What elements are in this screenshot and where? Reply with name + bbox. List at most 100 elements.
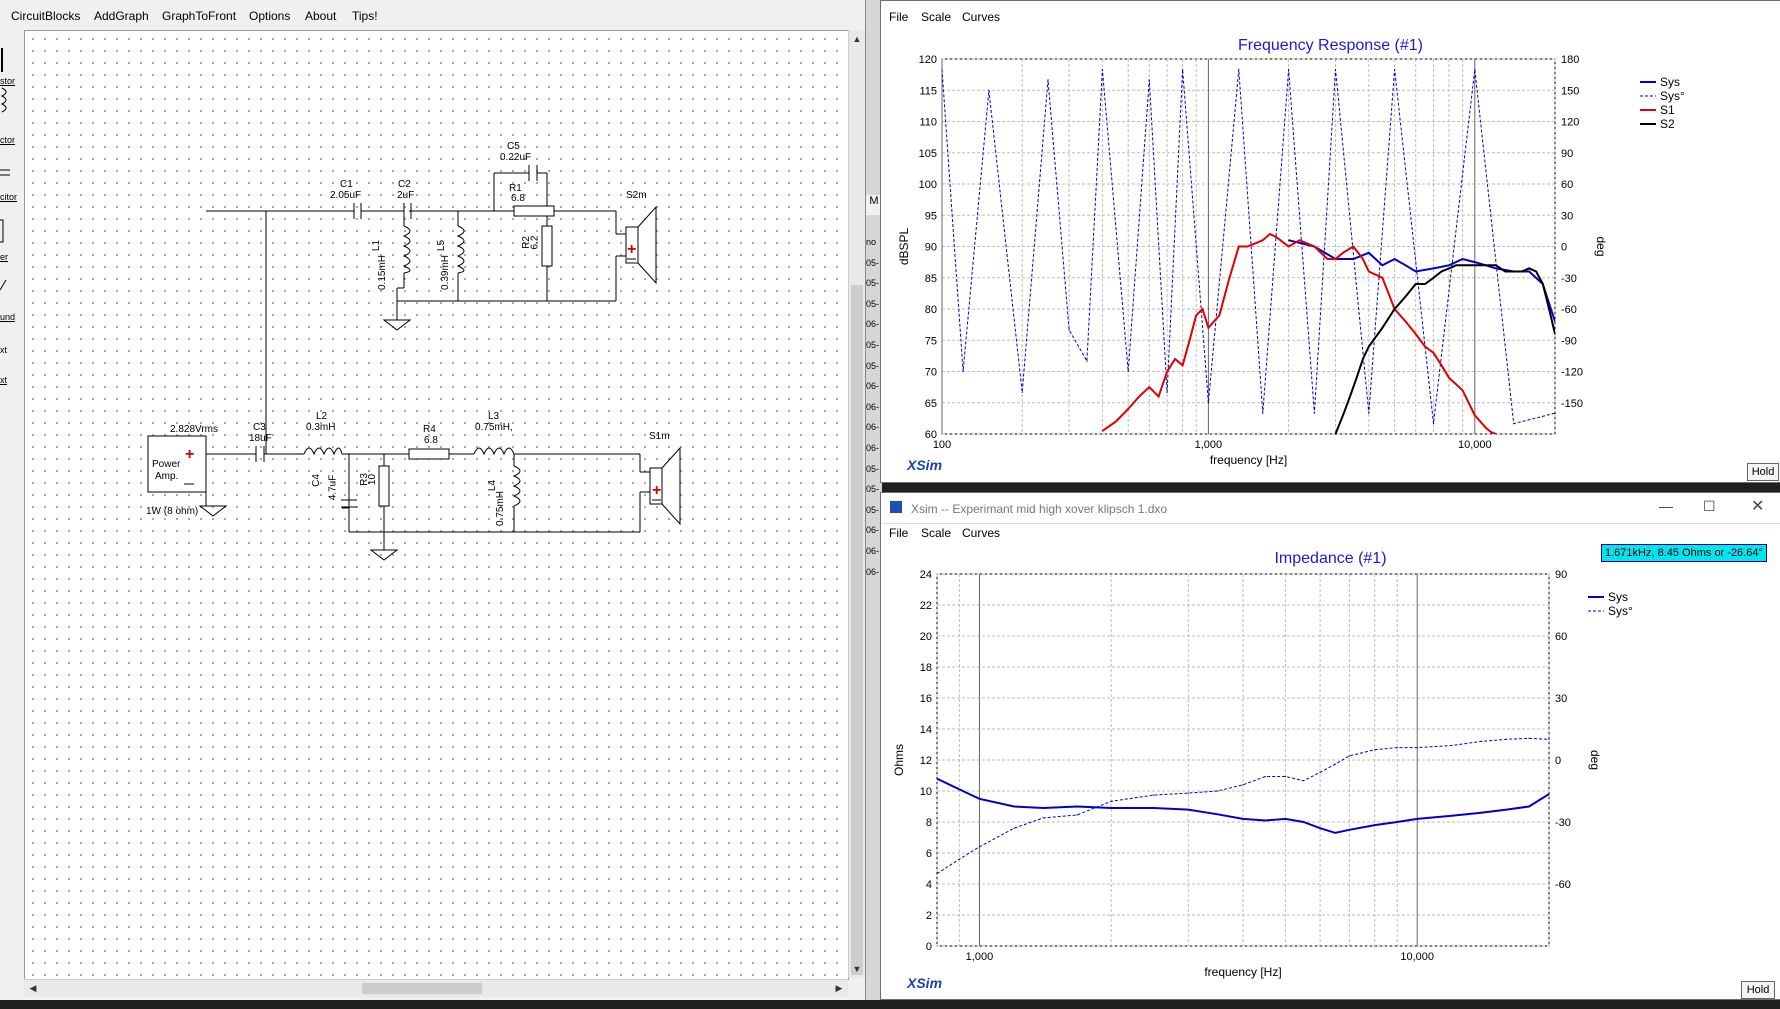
data-point bbox=[1101, 68, 1103, 71]
legend-label: Sys° bbox=[1608, 604, 1633, 618]
data-point bbox=[1505, 809, 1508, 811]
editor-vertical-scrollbar[interactable]: ▲ ▼ bbox=[848, 30, 865, 978]
data-point bbox=[1326, 258, 1329, 260]
data-point bbox=[1319, 827, 1321, 829]
data-point bbox=[1474, 414, 1476, 416]
data-point bbox=[1495, 433, 1497, 435]
data-point bbox=[1042, 817, 1044, 819]
svg-text:+: + bbox=[627, 241, 636, 258]
data-point bbox=[1348, 829, 1350, 831]
data-point bbox=[1368, 252, 1370, 254]
y2-tick-label: -60 bbox=[1555, 879, 1571, 891]
data-point bbox=[1405, 295, 1407, 298]
data-point bbox=[1284, 818, 1287, 820]
data-point bbox=[1181, 364, 1184, 366]
data-point bbox=[1528, 737, 1530, 739]
data-point bbox=[1374, 824, 1376, 826]
data-point bbox=[1207, 327, 1210, 329]
data-point bbox=[1352, 245, 1354, 248]
data-point bbox=[1548, 308, 1550, 310]
data-point bbox=[1166, 370, 1168, 373]
data-point bbox=[1374, 749, 1376, 751]
y2-tick-label: 120 bbox=[1561, 117, 1579, 129]
y-tick-label: 18 bbox=[920, 662, 932, 674]
data-point bbox=[1242, 784, 1244, 786]
menu-graphtofront[interactable]: GraphToFront bbox=[162, 9, 236, 23]
data-point bbox=[1201, 308, 1204, 310]
data-point bbox=[1238, 245, 1240, 248]
y-tick-label: 120 bbox=[919, 54, 937, 66]
y-tick-label: 110 bbox=[919, 117, 937, 129]
x-tick-label: 1,000 bbox=[966, 951, 994, 963]
data-point bbox=[1394, 258, 1396, 260]
data-point bbox=[1440, 270, 1443, 273]
tool-ground[interactable]: und bbox=[0, 312, 22, 322]
menu-circuitblocks[interactable]: CircuitBlocks bbox=[11, 9, 80, 23]
data-point bbox=[988, 89, 990, 91]
editor-horizontal-scrollbar[interactable]: ◀ ▶ bbox=[24, 979, 848, 997]
data-point bbox=[1302, 780, 1305, 782]
data-point bbox=[1313, 412, 1316, 414]
data-point bbox=[962, 370, 964, 373]
data-point bbox=[1432, 352, 1435, 354]
data-point bbox=[1342, 414, 1344, 416]
data-point bbox=[1474, 264, 1476, 266]
tool-inductor[interactable]: ctor bbox=[0, 135, 22, 145]
data-point bbox=[1138, 395, 1140, 398]
data-point bbox=[1474, 68, 1476, 71]
data-point bbox=[1440, 364, 1443, 366]
y-tick-label: 100 bbox=[919, 179, 937, 191]
data-point bbox=[1451, 815, 1453, 817]
data-point bbox=[1153, 794, 1155, 796]
svg-text:+: + bbox=[185, 446, 194, 463]
data-point bbox=[1554, 320, 1556, 323]
data-point bbox=[1505, 738, 1508, 740]
y-tick-label: 95 bbox=[925, 210, 937, 222]
data-point bbox=[1264, 775, 1266, 778]
tool-text[interactable]: xt bbox=[0, 345, 22, 355]
data-point bbox=[1068, 329, 1070, 331]
y-tick-label: 70 bbox=[925, 367, 937, 379]
menu-tips[interactable]: Tips! bbox=[352, 9, 378, 23]
y-axis-label: Ohms bbox=[892, 744, 906, 776]
scroll-right-icon[interactable]: ▶ bbox=[832, 981, 846, 995]
scroll-down-icon[interactable]: ▼ bbox=[850, 962, 864, 976]
menu-addgraph[interactable]: AddGraph bbox=[94, 9, 149, 23]
menu-options[interactable]: Options bbox=[249, 9, 290, 23]
data-point bbox=[978, 798, 981, 800]
data-point bbox=[1115, 420, 1117, 423]
tool-driver[interactable]: er bbox=[0, 252, 22, 262]
data-point bbox=[1362, 258, 1364, 260]
y2-tick-label: -150 bbox=[1561, 398, 1583, 410]
menu-about[interactable]: About bbox=[305, 9, 336, 23]
legend-label: Sys bbox=[1660, 75, 1680, 89]
data-point bbox=[1334, 68, 1337, 71]
data-point bbox=[1334, 258, 1337, 260]
data-point bbox=[941, 68, 943, 71]
hscroll-thumb[interactable] bbox=[362, 983, 482, 994]
data-point bbox=[1218, 314, 1221, 316]
tool-text-2[interactable]: xt bbox=[0, 375, 22, 385]
scroll-up-icon[interactable]: ▲ bbox=[850, 32, 864, 46]
data-point bbox=[1462, 258, 1464, 260]
data-point bbox=[1287, 68, 1290, 71]
data-point bbox=[1148, 79, 1150, 81]
data-point bbox=[1405, 320, 1407, 323]
y2-tick-label: 30 bbox=[1555, 693, 1567, 705]
data-point bbox=[1368, 412, 1370, 414]
data-point bbox=[936, 778, 938, 780]
data-point bbox=[958, 788, 960, 791]
y2-tick-label: -120 bbox=[1561, 367, 1583, 379]
data-point bbox=[936, 873, 938, 875]
schematic-drawing: + + + bbox=[147, 165, 681, 561]
tool-capacitor[interactable]: citor bbox=[0, 192, 22, 202]
data-point bbox=[1396, 821, 1398, 823]
data-point bbox=[1313, 245, 1316, 248]
data-point bbox=[1381, 264, 1384, 266]
data-point bbox=[1415, 333, 1417, 335]
scroll-left-icon[interactable]: ◀ bbox=[26, 981, 40, 995]
y2-tick-label: -30 bbox=[1555, 817, 1571, 829]
scroll-thumb[interactable] bbox=[851, 285, 863, 975]
tool-resistor[interactable]: stor bbox=[0, 76, 22, 86]
y-tick-label: 90 bbox=[925, 242, 937, 254]
